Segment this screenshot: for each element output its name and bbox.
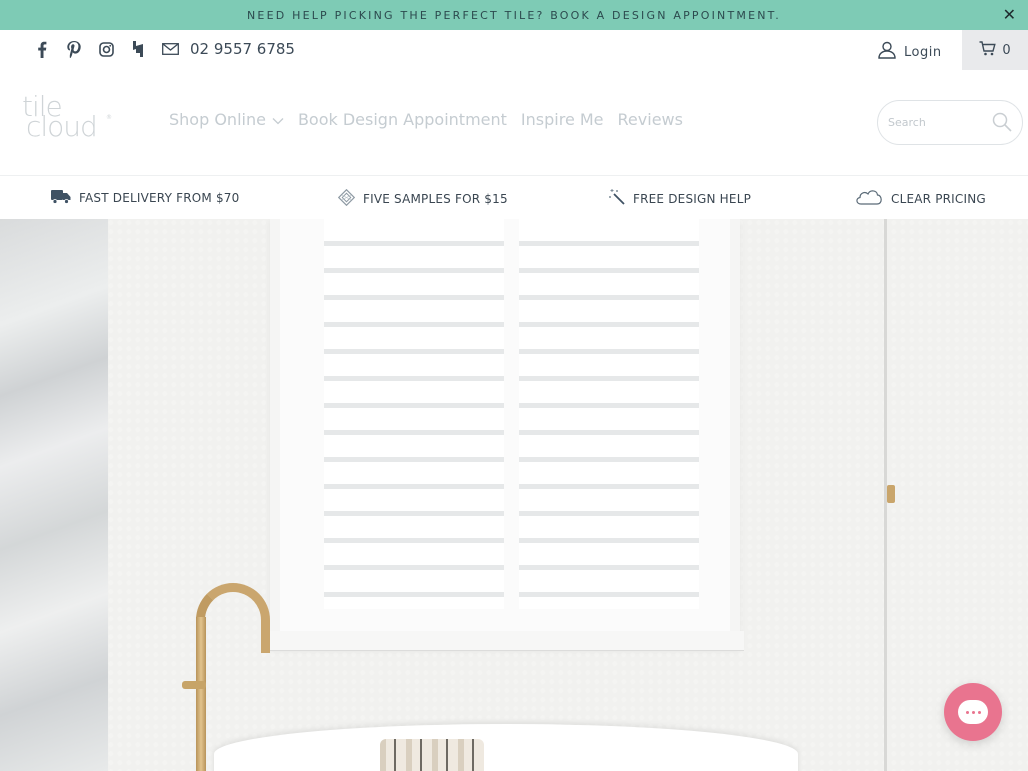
search-input[interactable]: [888, 116, 988, 129]
menu-item-shop-online[interactable]: Shop Online: [169, 110, 284, 129]
usp-item-samples: FIVE SAMPLES FOR $15: [337, 188, 508, 209]
usp-label: FIVE SAMPLES FOR $15: [363, 192, 508, 206]
announcement-bar[interactable]: NEED HELP PICKING THE PERFECT TILE? BOOK…: [0, 0, 1028, 30]
usp-label: CLEAR PRICING: [891, 191, 986, 206]
magic-wand-icon: [609, 189, 625, 208]
login-label: Login: [904, 44, 942, 60]
main-header: tile cloud ® Shop Online Book Design App…: [0, 70, 1028, 176]
phone-number[interactable]: 02 9557 6785: [190, 40, 295, 58]
usp-label: FAST DELIVERY FROM $70: [79, 191, 240, 205]
menu-label: Shop Online: [169, 110, 266, 129]
usp-item-design-help: FREE DESIGN HELP: [609, 189, 751, 208]
menu-label: Book Design Appointment: [297, 110, 507, 129]
chevron-down-icon: [272, 110, 284, 129]
window-sill: [266, 631, 744, 651]
shower-door-handle: [887, 485, 895, 503]
tile-samples-icon: [337, 188, 356, 209]
close-icon[interactable]: ✕: [1003, 5, 1016, 25]
menu-item-inspire-me[interactable]: Inspire Me: [521, 110, 604, 129]
shuttered-window: [270, 219, 740, 649]
truck-icon: [51, 189, 71, 207]
main-menu: Shop Online Book Design Appointment Insp…: [169, 110, 683, 129]
cart-button[interactable]: 0: [962, 30, 1028, 70]
marble-wall: [0, 219, 108, 771]
towel: [380, 739, 484, 771]
shutter-left: [324, 219, 504, 609]
bath-spout: [196, 583, 270, 653]
logo-text-cloud: cloud: [26, 110, 98, 143]
site-logo[interactable]: tile cloud ®: [22, 93, 114, 146]
houzz-icon[interactable]: [122, 36, 154, 62]
menu-item-reviews[interactable]: Reviews: [618, 110, 683, 129]
search-icon[interactable]: [992, 112, 1012, 136]
usp-item-pricing: CLEAR PRICING: [855, 189, 986, 208]
menu-item-book-design-appointment[interactable]: Book Design Appointment: [298, 110, 507, 129]
menu-label: Inspire Me: [520, 110, 604, 129]
logo-registered-mark: ®: [106, 114, 112, 121]
chat-bubble-icon: [958, 700, 988, 724]
user-icon: [878, 41, 896, 63]
cloud-icon: [855, 189, 883, 208]
menu-label: Reviews: [617, 110, 683, 129]
freestanding-bathtub: [214, 724, 798, 771]
search-box[interactable]: [877, 100, 1023, 145]
hero-image[interactable]: [0, 219, 1028, 771]
tap-lever: [182, 681, 206, 689]
announcement-text[interactable]: NEED HELP PICKING THE PERFECT TILE? BOOK…: [247, 9, 781, 22]
mail-icon[interactable]: [154, 36, 186, 62]
login-link[interactable]: Login: [878, 41, 942, 63]
usp-item-delivery: FAST DELIVERY FROM $70: [51, 189, 239, 207]
chat-button[interactable]: [944, 683, 1002, 741]
usp-label: FREE DESIGN HELP: [633, 191, 752, 206]
facebook-icon[interactable]: [26, 36, 58, 62]
bath-tap-stem: [196, 617, 206, 771]
usp-bar: FAST DELIVERY FROM $70 FIVE SAMPLES FOR …: [0, 177, 1028, 219]
instagram-icon[interactable]: [90, 36, 122, 62]
shutter-right: [519, 219, 699, 609]
cart-icon: [979, 40, 997, 60]
cart-count: 0: [1002, 42, 1011, 58]
pinterest-icon[interactable]: [58, 36, 90, 62]
utility-bar: 02 9557 6785 Login 0: [0, 30, 1028, 70]
social-links: [26, 36, 186, 62]
